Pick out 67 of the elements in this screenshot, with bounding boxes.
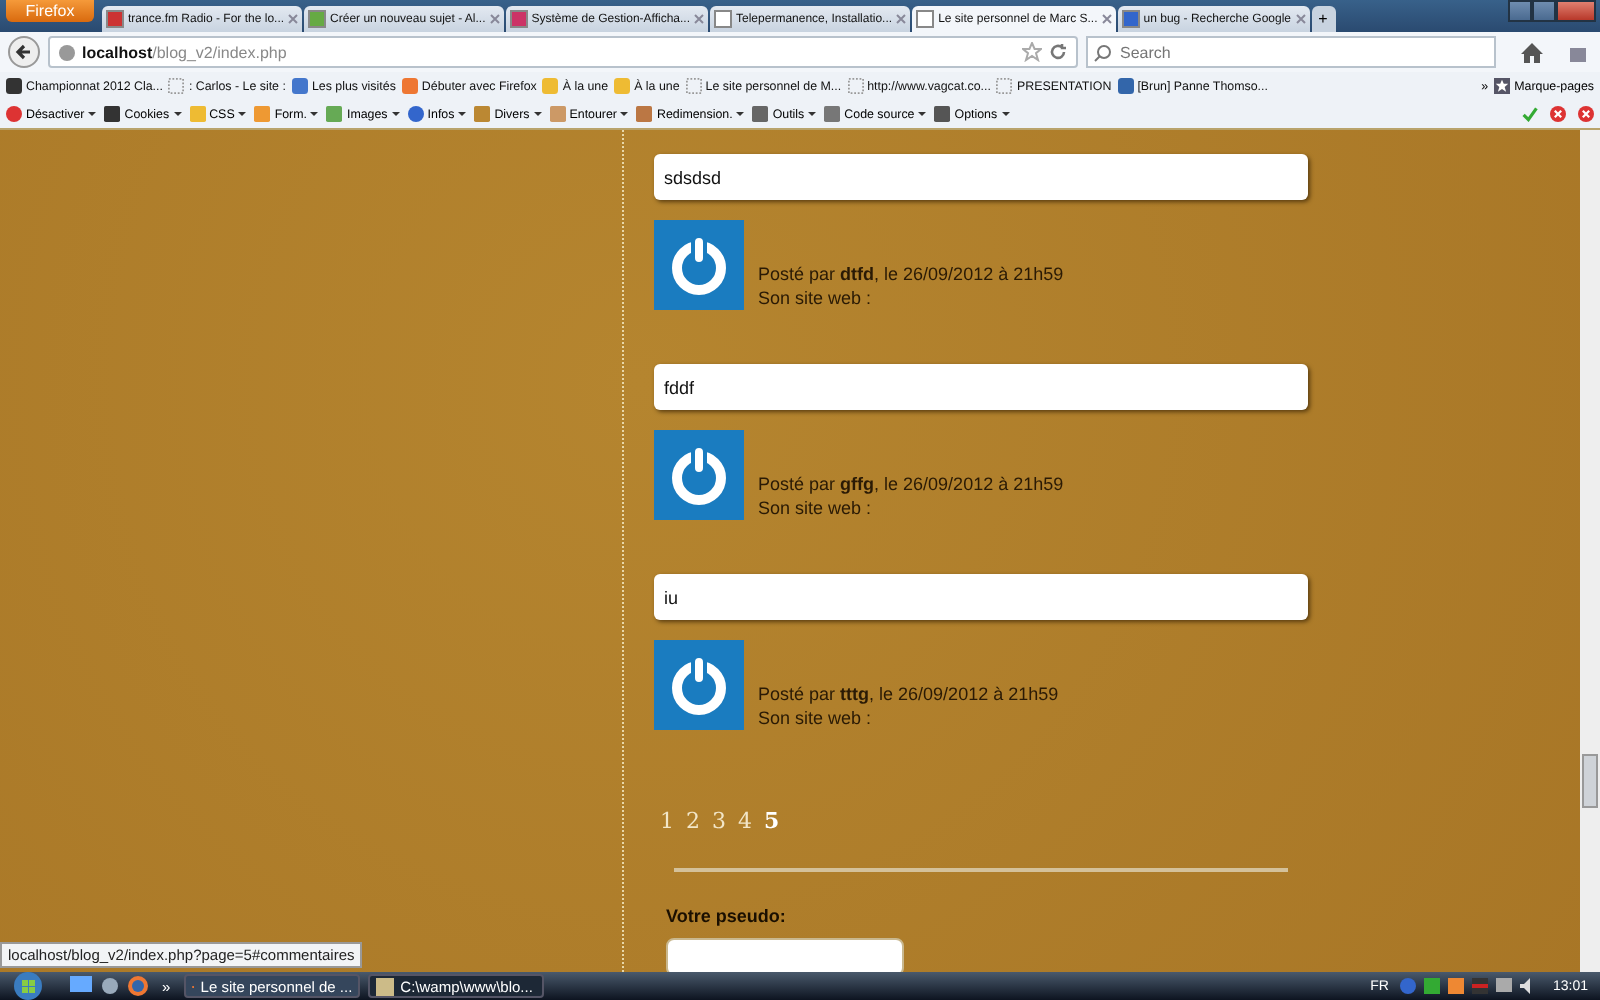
page-icon	[168, 78, 185, 94]
star-icon	[1022, 42, 1042, 62]
favicon-icon	[106, 10, 124, 28]
avatar-power-icon	[654, 640, 744, 730]
square-icon	[104, 106, 121, 122]
website-label: Son site web :	[758, 286, 874, 310]
square-icon	[824, 106, 841, 122]
favicon-icon	[714, 10, 733, 28]
error-icon	[1550, 106, 1566, 122]
scrollbar[interactable]	[1580, 130, 1600, 972]
avatar-power-icon	[654, 220, 744, 310]
circle-icon	[407, 106, 424, 122]
close-icon	[1295, 14, 1305, 24]
close-icon	[489, 14, 500, 24]
close-icon	[288, 14, 299, 24]
square-icon	[6, 78, 22, 94]
new-tab-button[interactable]: +	[1311, 6, 1335, 32]
page-icon	[685, 78, 702, 94]
website-label: Son site web :	[758, 706, 874, 730]
page-icon	[996, 78, 1013, 94]
square-icon	[614, 78, 631, 94]
error-icon	[1578, 106, 1594, 122]
favicon-icon	[916, 10, 935, 28]
field-label: Votre pseudo:	[666, 906, 788, 926]
close-icon	[1101, 14, 1112, 24]
post-meta: Posté par tttg, le 26/09/2012 à 21h59	[758, 682, 1059, 706]
square-icon	[474, 106, 491, 122]
comment-text: iu	[654, 574, 1308, 620]
search-icon	[1094, 44, 1112, 62]
square-icon	[189, 106, 206, 122]
pseudo-field[interactable]	[666, 938, 904, 972]
square-icon	[401, 78, 418, 94]
square-icon	[542, 78, 559, 94]
square-icon	[752, 106, 769, 122]
square-icon	[636, 106, 653, 122]
square-icon	[1117, 78, 1134, 94]
favicon-icon	[1121, 10, 1140, 28]
website-label: Son site web :	[758, 496, 874, 520]
scroll-thumb[interactable]	[1582, 754, 1598, 808]
home-icon	[1520, 41, 1544, 63]
avatar-power-icon	[654, 430, 744, 520]
meter-icon	[1472, 978, 1489, 994]
square-icon	[549, 106, 566, 122]
folder-icon	[376, 977, 395, 995]
page-link[interactable]: 5	[764, 808, 780, 834]
page-icon	[847, 78, 864, 94]
reload-icon	[1048, 42, 1068, 62]
square-icon	[254, 106, 271, 122]
square-icon	[291, 78, 308, 94]
check-icon	[1522, 106, 1538, 122]
comment-text: sdsdsd	[654, 154, 1308, 200]
close-button[interactable]	[1556, 0, 1596, 22]
maximize-button[interactable]	[1532, 0, 1556, 22]
star-icon	[1494, 78, 1511, 94]
square-icon	[934, 106, 951, 122]
search-field[interactable]: Search	[1086, 36, 1496, 68]
square-icon	[326, 106, 343, 122]
favicon-icon	[308, 10, 327, 28]
minimize-button[interactable]	[1508, 0, 1532, 22]
favicon-icon	[509, 10, 528, 28]
address-field[interactable]: localhost/blog_v2/index.php	[48, 36, 1078, 68]
close-icon	[694, 14, 705, 24]
close-icon	[896, 14, 907, 24]
post-meta: Posté par dtfd, le 26/09/2012 à 21h59	[758, 262, 1064, 286]
circle-icon	[6, 106, 22, 122]
comment-text: fddf	[654, 364, 1308, 410]
post-meta: Posté par gffg, le 26/09/2012 à 21h59	[758, 472, 1064, 496]
